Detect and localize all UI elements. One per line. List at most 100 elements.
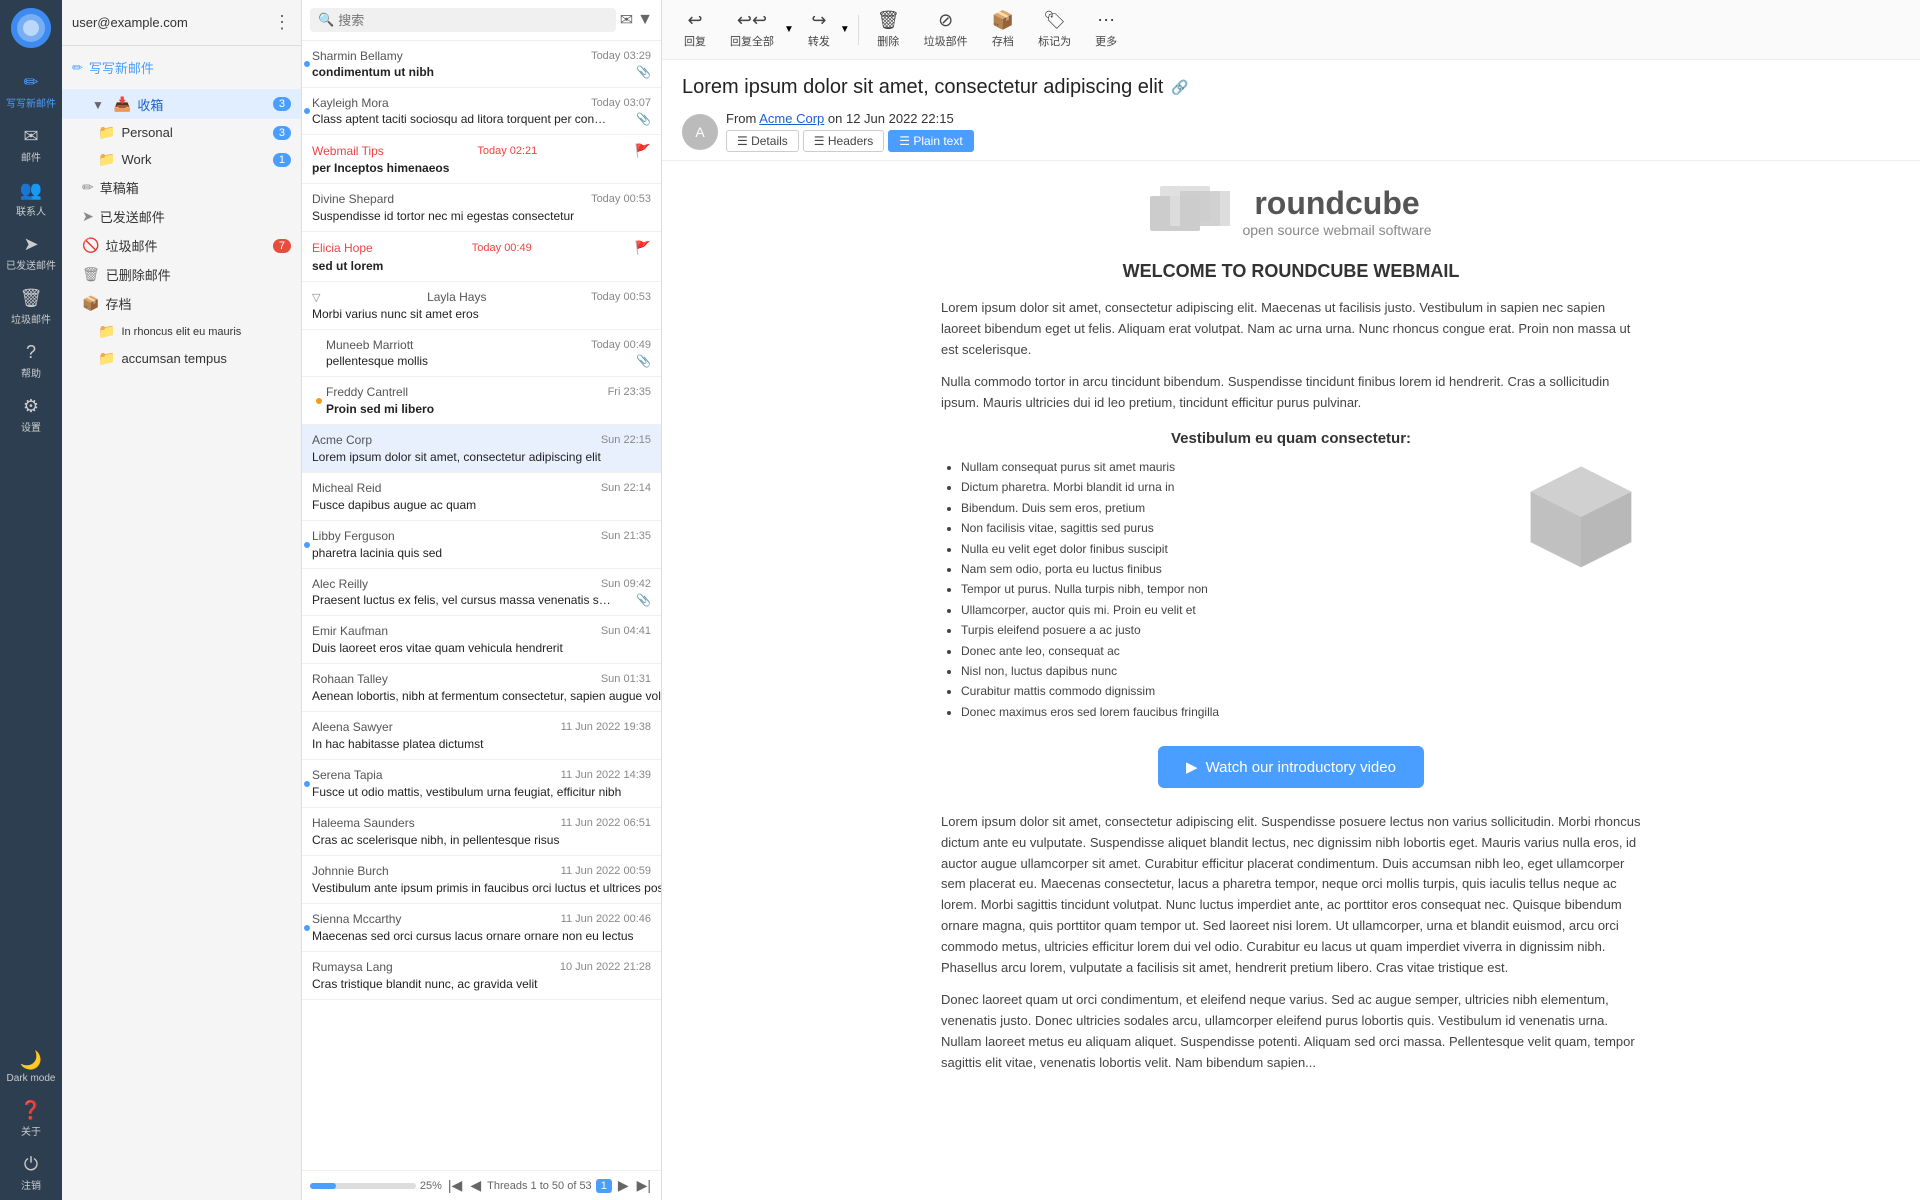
first-page-button[interactable]: |◀ [446,1177,464,1194]
reply-all-dropdown-arrow[interactable]: ▼ [784,24,794,35]
folder-inbox[interactable]: ▼ 📥 收箱 3 [62,89,301,119]
table-row[interactable]: Libby Ferguson Sun 21:35 pharetra lacini… [302,521,661,569]
table-row[interactable]: Muneeb Marriott Today 00:49 pellentesque… [302,330,661,377]
list-item: Nisl non, luctus dapibus nunc [961,661,1501,681]
folder-sent[interactable]: ➤ 已发送邮件 [62,202,301,231]
reply-all-button[interactable]: ↩↩ 回复全部 [720,6,784,53]
list-item: Donec ante leo, consequat ac [961,641,1501,661]
table-row[interactable]: Rohaan Talley Sun 01:31 Aenean lobortis,… [302,664,661,712]
last-page-button[interactable]: ▶| [635,1177,653,1194]
search-icon: 🔍 [318,12,334,28]
search-box[interactable]: 🔍 [310,8,616,32]
email-list-options-icon[interactable]: ✉ [620,10,633,30]
reply-button[interactable]: ↩ 回复 [674,6,716,53]
headers-tab-icon: ☰ [814,134,828,148]
forward-icon: ↪ [811,10,826,31]
sidebar-item-contacts[interactable]: 👥 联系人 [0,172,62,226]
mark-label: 标记为 [1038,33,1071,49]
table-row[interactable]: Sienna Mccarthy 11 Jun 2022 00:46 Maecen… [302,904,661,952]
email-meta: From Acme Corp on 12 Jun 2022 22:15 ☰ De… [726,111,1900,152]
sidebar-item-about[interactable]: ❓ 关于 [0,1092,62,1146]
details-tab-label: Details [751,134,788,148]
help-icon: ? [26,342,36,363]
sidebar-item-help[interactable]: ? 帮助 [0,334,62,388]
table-row[interactable]: Haleema Saunders 11 Jun 2022 06:51 Cras … [302,808,661,856]
email-sender: Rohaan Talley [312,672,388,686]
folder-archive[interactable]: 📦 存档 [62,289,301,318]
unread-dot [304,61,310,67]
junk-button[interactable]: ⊘ 垃圾部件 [914,6,978,53]
folder-deleted[interactable]: 🗑 已删除邮件 [62,260,301,289]
external-link-icon[interactable]: 🔗 [1171,79,1188,96]
sender-link[interactable]: Acme Corp [759,111,824,126]
next-page-button[interactable]: ▶ [616,1177,631,1194]
sidebar-item-darkmode[interactable]: 🌙 Dark mode [0,1042,62,1092]
table-row[interactable]: Elicia Hope Today 00:49 🚩 sed ut lorem [302,232,661,282]
forward-dropdown-arrow[interactable]: ▼ [840,24,850,35]
email-date: 11 Jun 2022 14:39 [561,769,651,781]
compose-button[interactable]: ✏ 写写新邮件 [72,54,291,81]
table-row[interactable]: ▽ Layla Hays Today 00:53 Morbi varius nu… [302,282,661,330]
email-list-filter-icon[interactable]: ▼ [637,11,653,29]
search-input[interactable] [338,13,608,28]
prev-page-button[interactable]: ◀ [468,1177,483,1194]
sidebar-item-logout[interactable]: ⏻ 注销 [0,1146,62,1200]
table-row[interactable]: Alec Reilly Sun 09:42 Praesent luctus ex… [302,569,661,616]
email-subject: pharetra lacinia quis sed [312,546,442,560]
email-date: Sun 22:15 [601,434,651,446]
folder-accumsan[interactable]: 📁 accumsan tempus [62,345,301,372]
table-row[interactable]: Kayleigh Mora Today 03:07 Class aptent t… [302,88,661,135]
folders-panel: user@example.com ⋮ ✏ 写写新邮件 ▼ 📥 收箱 3 📁 Pe… [62,0,302,1200]
email-toolbar: ↩ 回复 ↩↩ 回复全部 ▼ ↪ 转发 ▼ 🗑 删除 ⊘ 垃圾部件 📦 [662,0,1920,60]
roundcube-logo-svg [1150,181,1230,241]
reply-all-dropdown[interactable]: ↩↩ 回复全部 ▼ [720,6,794,53]
sidebar-item-settings[interactable]: ⚙ 设置 [0,388,62,442]
email-list-footer: 25% |◀ ◀ Threads 1 to 50 of 53 1 ▶ ▶| [302,1170,661,1200]
tab-details[interactable]: ☰ Details [726,130,799,152]
email-subject: per Inceptos himenaeos [312,161,449,175]
table-row[interactable]: Webmail Tips Today 02:21 🚩 per Inceptos … [302,135,661,184]
account-menu-button[interactable]: ⋮ [273,12,291,33]
folder-personal[interactable]: 📁 Personal 3 [62,119,301,146]
toolbar-separator [858,15,859,45]
sent-folder-icon: ➤ [82,208,94,225]
drafts-folder-icon: ✏ [82,179,94,196]
email-sender: Johnnie Burch [312,864,389,878]
forward-button[interactable]: ↪ 转发 [798,6,840,53]
delete-label: 删除 [877,33,899,49]
table-row[interactable]: Rumaysa Lang 10 Jun 2022 21:28 Cras tris… [302,952,661,1000]
sidebar-about-label: 关于 [21,1123,41,1138]
folder-rhoncus[interactable]: 📁 In rhoncus elit eu mauris [62,318,301,345]
watch-btn-label: Watch our introductory video [1206,759,1396,776]
table-row[interactable]: Divine Shepard Today 00:53 Suspendisse i… [302,184,661,232]
table-row[interactable]: Emir Kaufman Sun 04:41 Duis laoreet eros… [302,616,661,664]
email-date: 11 Jun 2022 06:51 [561,817,651,829]
sidebar-item-mail[interactable]: ✉ 邮件 [0,118,62,172]
table-row[interactable]: Sharmin Bellamy Today 03:29 condimentum … [302,41,661,88]
sidebar-item-compose[interactable]: ✏ 写写新邮件 [0,64,62,118]
unread-dot [304,108,310,114]
thread-collapse-icon[interactable]: ▽ [312,291,320,304]
table-row[interactable]: Serena Tapia 11 Jun 2022 14:39 Fusce ut … [302,760,661,808]
folder-drafts[interactable]: ✏ 草稿箱 [62,173,301,202]
folder-work[interactable]: 📁 Work 1 [62,146,301,173]
folder-junk[interactable]: 🚫 垃圾邮件 7 [62,231,301,260]
table-row[interactable]: Acme Corp Sun 22:15 Lorem ipsum dolor si… [302,425,661,473]
account-email: user@example.com [72,15,188,30]
delete-button[interactable]: 🗑 删除 [867,6,910,53]
sidebar-item-trash[interactable]: 🗑 垃圾邮件 [0,280,62,334]
tab-plain-text[interactable]: ☰ Plain text [888,130,973,152]
table-row[interactable]: Freddy Cantrell Fri 23:35 Proin sed mi l… [302,377,661,425]
flag-icon: 🚩 [635,143,651,159]
sidebar-item-sent[interactable]: ➤ 已发送邮件 [0,226,62,280]
archive-button[interactable]: 📦 存档 [982,6,1024,53]
table-row[interactable]: Aleena Sawyer 11 Jun 2022 19:38 In hac h… [302,712,661,760]
table-row[interactable]: Micheal Reid Sun 22:14 Fusce dapibus aug… [302,473,661,521]
watch-video-button[interactable]: ▶ Watch our introductory video [1158,746,1424,788]
mark-button[interactable]: 🏷 标记为 [1028,6,1081,53]
forward-dropdown[interactable]: ↪ 转发 ▼ [798,6,850,53]
sidebar-item-settings-label: 设置 [21,419,41,434]
table-row[interactable]: Johnnie Burch 11 Jun 2022 00:59 Vestibul… [302,856,661,904]
more-button[interactable]: ⋯ 更多 [1085,6,1127,53]
tab-headers[interactable]: ☰ Headers [803,130,884,152]
